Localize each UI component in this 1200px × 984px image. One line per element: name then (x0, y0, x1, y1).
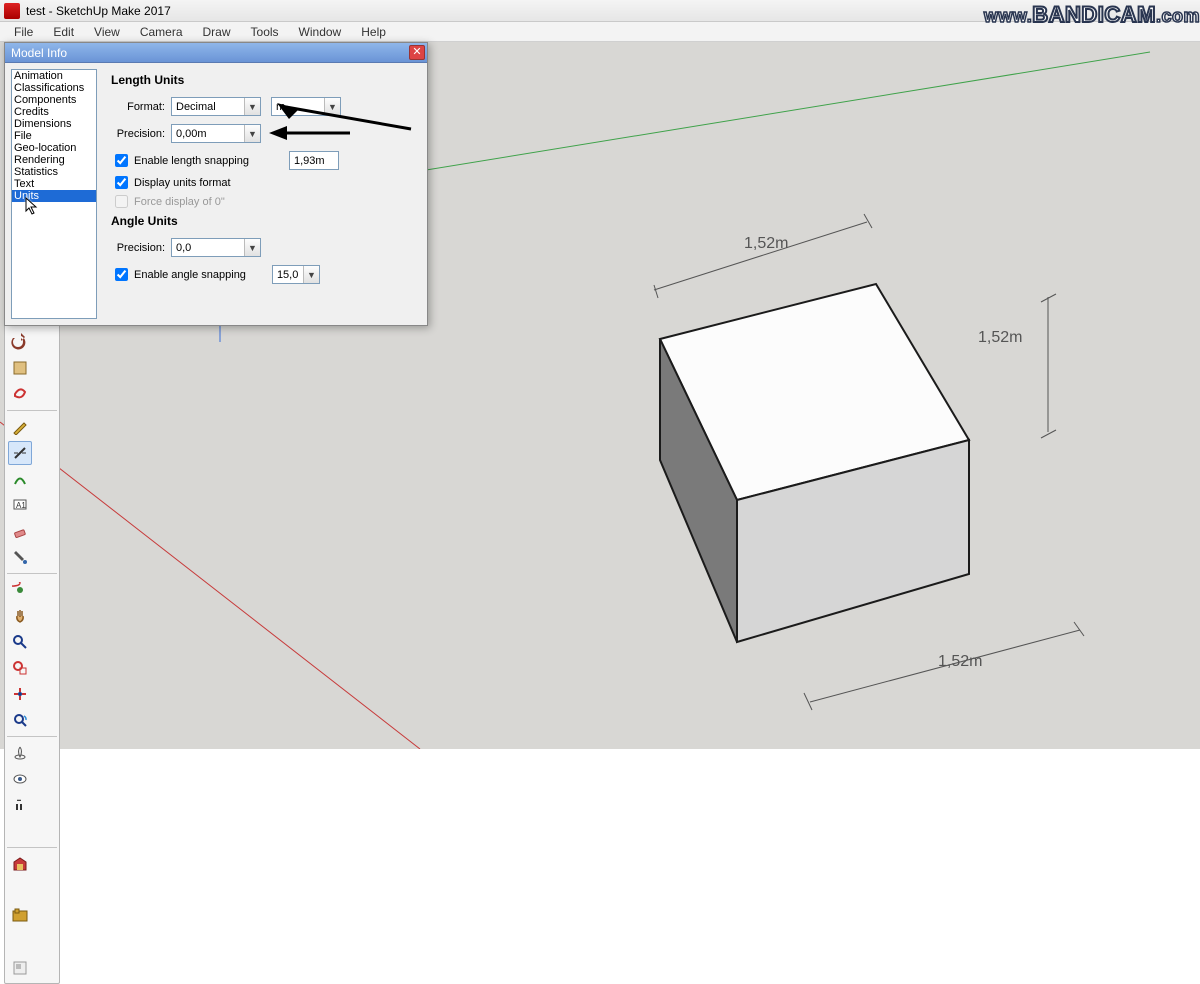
cat-file[interactable]: File (12, 130, 96, 142)
enable-length-snapping-checkbox[interactable] (115, 154, 128, 167)
precision-label: Precision: (111, 128, 171, 140)
enable-angle-snapping[interactable]: Enable angle snapping 15,0 ▼ (115, 265, 413, 284)
tool-eraser[interactable] (8, 519, 32, 543)
chevron-down-icon: ▼ (244, 98, 260, 115)
length-units-header: Length Units (111, 73, 413, 87)
menu-camera[interactable]: Camera (130, 23, 193, 41)
format-combo[interactable]: Decimal ▼ (171, 97, 261, 116)
app-icon (4, 3, 20, 19)
window-title: test - SketchUp Make 2017 (26, 4, 171, 18)
cat-credits[interactable]: Credits (12, 106, 96, 118)
display-units-format-label: Display units format (134, 177, 231, 189)
angle-snap-combo[interactable]: 15,0 ▼ (272, 265, 320, 284)
tool-redo[interactable] (8, 330, 32, 354)
menu-help[interactable]: Help (351, 23, 396, 41)
enable-angle-snapping-label: Enable angle snapping (134, 269, 246, 281)
format-value: Decimal (176, 101, 216, 113)
tool-text[interactable]: A1 (8, 493, 32, 517)
tool-3dwarehouse[interactable] (8, 852, 32, 876)
tool-zoomextents[interactable] (8, 682, 32, 706)
cat-animation[interactable]: Animation (12, 70, 96, 82)
cat-statistics[interactable]: Statistics (12, 166, 96, 178)
angle-precision-value: 0,0 (176, 242, 191, 254)
chevron-down-icon: ▼ (324, 98, 340, 115)
dialog-titlebar[interactable]: Model Info ✕ (5, 43, 427, 63)
tool-previous[interactable] (8, 708, 32, 732)
tool-walk[interactable] (8, 793, 32, 817)
model-info-dialog[interactable]: Model Info ✕ Animation Classifications C… (4, 42, 428, 326)
tool-look[interactable] (8, 767, 32, 791)
cat-geolocation[interactable]: Geo-location (12, 142, 96, 154)
tool-extensions[interactable] (8, 904, 32, 928)
dialog-title-text: Model Info (11, 46, 67, 60)
angle-snap-value: 15,0 (277, 269, 298, 281)
angle-precision-combo[interactable]: 0,0 ▼ (171, 238, 261, 257)
force-display-zero: Force display of 0" (115, 195, 413, 208)
left-toolbar: A1 (4, 300, 60, 984)
menu-tools[interactable]: Tools (241, 23, 289, 41)
menu-edit[interactable]: Edit (43, 23, 84, 41)
enable-angle-snapping-checkbox[interactable] (115, 268, 128, 281)
tool-layout[interactable] (8, 956, 32, 980)
enable-length-snapping-label: Enable length snapping (134, 155, 249, 167)
chevron-down-icon: ▼ (244, 239, 260, 256)
tool-zoom[interactable] (8, 630, 32, 654)
force-display-zero-checkbox (115, 195, 128, 208)
angle-units-header: Angle Units (111, 214, 413, 228)
tool-line[interactable] (8, 441, 32, 465)
cat-dimensions[interactable]: Dimensions (12, 118, 96, 130)
svg-text:A1: A1 (16, 501, 26, 510)
tool-arc[interactable] (8, 467, 32, 491)
unit-value: m (276, 101, 285, 113)
cat-text[interactable]: Text (12, 178, 96, 190)
tool-paint[interactable] (8, 545, 32, 569)
display-units-format[interactable]: Display units format (115, 176, 413, 189)
cat-components[interactable]: Components (12, 94, 96, 106)
menu-view[interactable]: View (84, 23, 130, 41)
tool-select[interactable] (8, 356, 32, 380)
menu-file[interactable]: File (4, 23, 43, 41)
tool-pan[interactable] (8, 604, 32, 628)
tool-orbit[interactable] (8, 578, 32, 602)
precision-value: 0,00m (176, 128, 207, 140)
force-display-zero-label: Force display of 0" (134, 196, 225, 208)
category-list[interactable]: Animation Classifications Components Cre… (11, 69, 97, 319)
menu-window[interactable]: Window (289, 23, 352, 41)
tool-position[interactable] (8, 741, 32, 765)
cat-classifications[interactable]: Classifications (12, 82, 96, 94)
cat-units[interactable]: Units (12, 190, 96, 202)
angle-precision-label: Precision: (111, 242, 171, 254)
display-units-format-checkbox[interactable] (115, 176, 128, 189)
dialog-body: Animation Classifications Components Cre… (5, 63, 427, 325)
tool-zoomwindow[interactable] (8, 656, 32, 680)
unit-combo[interactable]: m ▼ (271, 97, 341, 116)
dialog-pane: Length Units Format: Decimal ▼ m ▼ Preci… (97, 69, 421, 319)
chevron-down-icon: ▼ (244, 125, 260, 142)
length-snap-value[interactable]: 1,93m (289, 151, 339, 170)
format-label: Format: (111, 101, 171, 113)
enable-length-snapping[interactable]: Enable length snapping 1,93m (115, 151, 413, 170)
menu-draw[interactable]: Draw (193, 23, 241, 41)
cat-rendering[interactable]: Rendering (12, 154, 96, 166)
chevron-down-icon: ▼ (303, 266, 319, 283)
precision-combo[interactable]: 0,00m ▼ (171, 124, 261, 143)
tool-pencil[interactable] (8, 415, 32, 439)
dialog-close-button[interactable]: ✕ (409, 45, 425, 60)
menubar: File Edit View Camera Draw Tools Window … (0, 22, 1200, 42)
titlebar: test - SketchUp Make 2017 (0, 0, 1200, 22)
tool-lasso[interactable] (8, 382, 32, 406)
